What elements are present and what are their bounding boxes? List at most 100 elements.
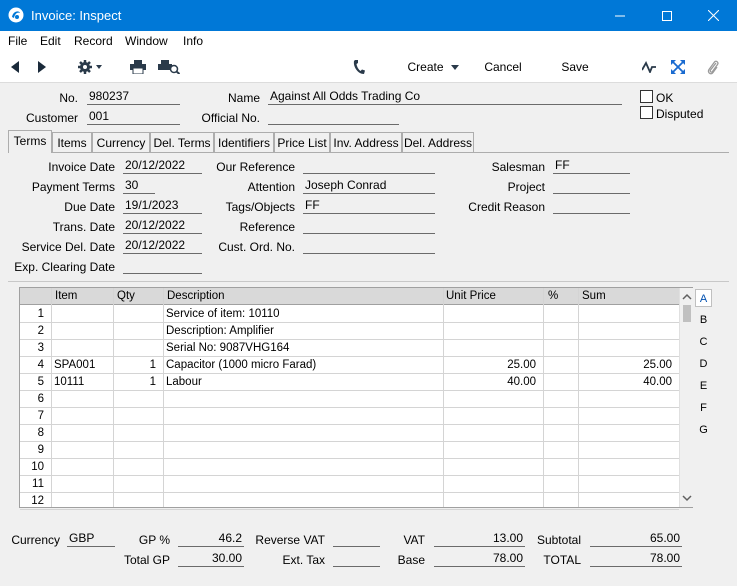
minimize-button[interactable] xyxy=(597,0,643,31)
table-row[interactable]: 12 xyxy=(20,493,679,510)
print-button[interactable] xyxy=(128,51,148,83)
row-card-button-b[interactable]: B xyxy=(695,311,712,329)
activity-button[interactable] xyxy=(639,51,659,83)
qty-cell[interactable]: 1 xyxy=(113,374,163,391)
percent-cell[interactable] xyxy=(543,357,578,374)
tab-items[interactable]: Items xyxy=(52,132,92,152)
official-no-field[interactable] xyxy=(268,109,399,125)
menu-edit[interactable]: Edit xyxy=(40,34,61,48)
currency-field[interactable]: GBP xyxy=(67,531,115,547)
tab-inv-address[interactable]: Inv. Address xyxy=(330,132,402,152)
expand-button[interactable] xyxy=(668,51,688,83)
qty-cell[interactable] xyxy=(113,425,163,442)
close-button[interactable] xyxy=(690,0,736,31)
description-cell[interactable] xyxy=(163,408,443,425)
customer-field[interactable]: 001 xyxy=(87,109,180,125)
item-cell[interactable] xyxy=(51,391,113,408)
table-row[interactable]: 6 xyxy=(20,391,679,408)
item-cell[interactable] xyxy=(51,408,113,425)
exp-clearing-date-field[interactable] xyxy=(123,258,202,274)
scroll-down-icon[interactable] xyxy=(680,493,694,503)
our-reference-field[interactable] xyxy=(303,158,435,174)
sum-cell[interactable] xyxy=(578,476,679,493)
phone-button[interactable] xyxy=(349,51,369,83)
print-preview-button[interactable] xyxy=(157,51,181,83)
menu-window[interactable]: Window xyxy=(125,34,168,48)
sum-cell[interactable] xyxy=(578,340,679,357)
table-row[interactable]: 1 Service of item: 10110 xyxy=(20,306,679,323)
description-cell[interactable] xyxy=(163,391,443,408)
item-cell[interactable] xyxy=(51,493,113,510)
qty-cell[interactable]: 1 xyxy=(113,357,163,374)
sum-cell[interactable] xyxy=(578,459,679,476)
percent-cell[interactable] xyxy=(543,306,578,323)
unit-price-cell[interactable] xyxy=(443,306,543,323)
table-row[interactable]: 2 Description: Amplifier xyxy=(20,323,679,340)
project-field[interactable] xyxy=(553,178,630,194)
vat-field[interactable]: 13.00 xyxy=(434,531,525,547)
item-cell[interactable] xyxy=(51,425,113,442)
menu-record[interactable]: Record xyxy=(74,34,113,48)
unit-price-cell[interactable] xyxy=(443,425,543,442)
maximize-button[interactable] xyxy=(644,0,690,31)
payment-terms-field[interactable]: 30 xyxy=(123,178,155,194)
table-row[interactable]: 10 xyxy=(20,459,679,476)
item-cell[interactable] xyxy=(51,306,113,323)
unit-price-cell[interactable] xyxy=(443,476,543,493)
col-qty-header[interactable]: Qty xyxy=(117,290,135,302)
salesman-field[interactable]: FF xyxy=(553,158,630,174)
attachment-button[interactable] xyxy=(703,51,723,83)
sum-cell[interactable] xyxy=(578,442,679,459)
sum-cell[interactable] xyxy=(578,408,679,425)
col-sum-header[interactable]: Sum xyxy=(582,290,606,302)
description-cell[interactable] xyxy=(163,476,443,493)
qty-cell[interactable] xyxy=(113,340,163,357)
sum-cell[interactable] xyxy=(578,493,679,510)
description-cell[interactable]: Service of item: 10110 xyxy=(163,306,443,323)
reference-field[interactable] xyxy=(303,218,435,234)
scroll-up-icon[interactable] xyxy=(680,292,694,302)
unit-price-cell[interactable] xyxy=(443,391,543,408)
unit-price-cell[interactable] xyxy=(443,340,543,357)
row-card-button-g[interactable]: G xyxy=(695,421,712,439)
qty-cell[interactable] xyxy=(113,442,163,459)
sum-cell[interactable] xyxy=(578,323,679,340)
qty-cell[interactable] xyxy=(113,459,163,476)
description-cell[interactable]: Capacitor (1000 micro Farad) xyxy=(163,357,443,374)
trans-date-field[interactable]: 20/12/2022 xyxy=(123,218,202,234)
unit-price-cell[interactable] xyxy=(443,408,543,425)
row-card-button-c[interactable]: C xyxy=(695,333,712,351)
description-cell[interactable] xyxy=(163,493,443,510)
qty-cell[interactable] xyxy=(113,391,163,408)
sum-cell[interactable] xyxy=(578,306,679,323)
tab-identifiers[interactable]: Identifiers xyxy=(214,132,274,152)
qty-cell[interactable] xyxy=(113,493,163,510)
description-cell[interactable] xyxy=(163,459,443,476)
unit-price-cell[interactable] xyxy=(443,459,543,476)
ext-tax-field[interactable] xyxy=(333,551,380,567)
percent-cell[interactable] xyxy=(543,442,578,459)
qty-cell[interactable] xyxy=(113,323,163,340)
description-cell[interactable]: Serial No: 9087VHG164 xyxy=(163,340,443,357)
tags-objects-field[interactable]: FF xyxy=(303,198,435,214)
unit-price-cell[interactable]: 25.00 xyxy=(443,357,543,374)
col-item-header[interactable]: Item xyxy=(55,290,77,302)
item-cell[interactable]: SPA001 xyxy=(51,357,113,374)
credit-reason-field[interactable] xyxy=(553,198,630,214)
cancel-button[interactable]: Cancel xyxy=(480,51,526,83)
table-row[interactable]: 5 10111 1 Labour 40.00 40.00 xyxy=(20,374,679,391)
table-row[interactable]: 7 xyxy=(20,408,679,425)
item-cell[interactable] xyxy=(51,476,113,493)
description-cell[interactable] xyxy=(163,425,443,442)
item-cell[interactable] xyxy=(51,323,113,340)
row-card-button-d[interactable]: D xyxy=(695,355,712,373)
gp-percent-field[interactable]: 46.2 xyxy=(178,531,244,547)
percent-cell[interactable] xyxy=(543,374,578,391)
table-row[interactable]: 9 xyxy=(20,442,679,459)
unit-price-cell[interactable] xyxy=(443,323,543,340)
base-field[interactable]: 78.00 xyxy=(434,551,525,567)
percent-cell[interactable] xyxy=(543,493,578,510)
tab-price-list[interactable]: Price List xyxy=(274,132,330,152)
percent-cell[interactable] xyxy=(543,459,578,476)
previous-record-button[interactable] xyxy=(6,51,24,83)
